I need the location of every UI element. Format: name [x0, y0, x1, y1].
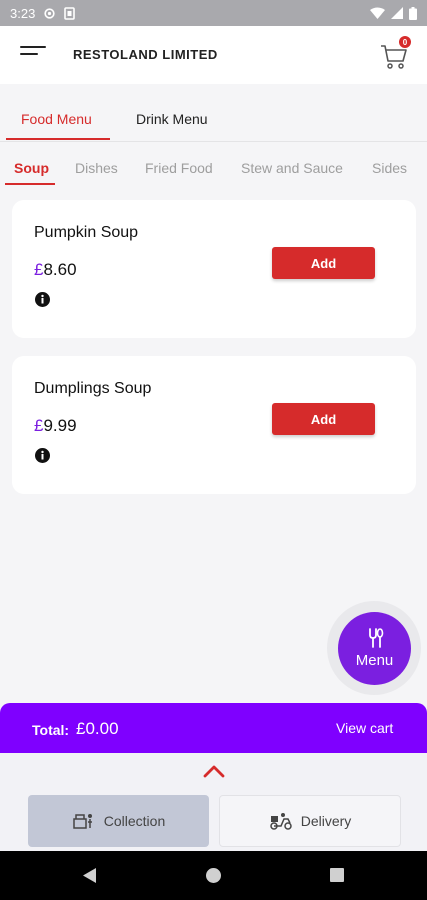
cart-total-bar: Total: £0.00 View cart — [0, 703, 427, 753]
item-name: Pumpkin Soup — [34, 224, 139, 241]
recent-apps-icon[interactable] — [330, 868, 344, 882]
tab-stew-and-sauce[interactable]: Stew and Sauce — [241, 160, 343, 176]
delivery-icon — [269, 813, 292, 830]
hamburger-menu-icon[interactable] — [20, 46, 48, 64]
item-price: £8.60 — [34, 260, 77, 280]
delivery-label: Delivery — [300, 813, 352, 829]
tab-soup[interactable]: Soup — [14, 160, 49, 176]
menu-item-card: Dumplings Soup £9.99 Add — [12, 356, 416, 494]
settings-icon — [43, 7, 56, 20]
category-tabs: Soup Dishes Fried Food Stew and Sauce Si… — [0, 143, 427, 187]
active-tab-indicator — [6, 138, 110, 140]
add-button[interactable]: Add — [272, 247, 375, 279]
battery-icon — [409, 6, 417, 20]
back-icon[interactable] — [82, 867, 97, 884]
tab-dishes[interactable]: Dishes — [75, 160, 118, 176]
menu-tabs: Food Menu Drink Menu — [0, 100, 427, 142]
app-bar: RESTOLAND LIMITED 0 — [0, 26, 427, 84]
order-mode-panel: Collection Delivery — [0, 753, 427, 851]
status-time: 3:23 — [10, 5, 36, 21]
collection-icon — [73, 814, 92, 829]
info-icon[interactable] — [35, 448, 50, 463]
price-value: 8.60 — [43, 260, 77, 279]
price-value: 9.99 — [43, 416, 77, 435]
signal-icon — [391, 7, 403, 19]
view-cart-link[interactable]: View cart — [336, 720, 393, 736]
collection-button[interactable]: Collection — [28, 795, 209, 847]
info-icon[interactable] — [35, 292, 50, 307]
collection-label: Collection — [103, 813, 166, 829]
active-category-indicator — [5, 183, 55, 185]
sim-icon — [64, 6, 76, 20]
cart-button[interactable]: 0 — [380, 36, 416, 72]
wifi-icon — [370, 7, 385, 19]
app-title: RESTOLAND LIMITED — [73, 47, 218, 62]
system-nav-bar — [0, 851, 427, 900]
home-icon[interactable] — [206, 868, 221, 883]
total-value: £0.00 — [76, 719, 119, 738]
total-label: Total: — [32, 722, 70, 738]
tab-fried-food[interactable]: Fried Food — [145, 160, 213, 176]
item-name: Dumplings Soup — [34, 380, 152, 397]
fab-label: Menu — [355, 652, 394, 669]
delivery-button[interactable]: Delivery — [219, 795, 401, 847]
tab-sides[interactable]: Sides — [372, 160, 407, 176]
menu-fab-button[interactable]: Menu — [338, 612, 411, 685]
menu-item-card: Pumpkin Soup £8.60 Add — [12, 200, 416, 338]
cart-count-badge: 0 — [399, 36, 411, 48]
tab-food-menu[interactable]: Food Menu — [21, 111, 92, 127]
add-button[interactable]: Add — [272, 403, 375, 435]
item-price: £9.99 — [34, 416, 77, 436]
chevron-up-icon[interactable] — [203, 764, 225, 778]
tab-drink-menu[interactable]: Drink Menu — [136, 111, 208, 127]
fork-spoon-icon — [368, 628, 383, 648]
status-bar: 3:23 — [0, 0, 427, 26]
